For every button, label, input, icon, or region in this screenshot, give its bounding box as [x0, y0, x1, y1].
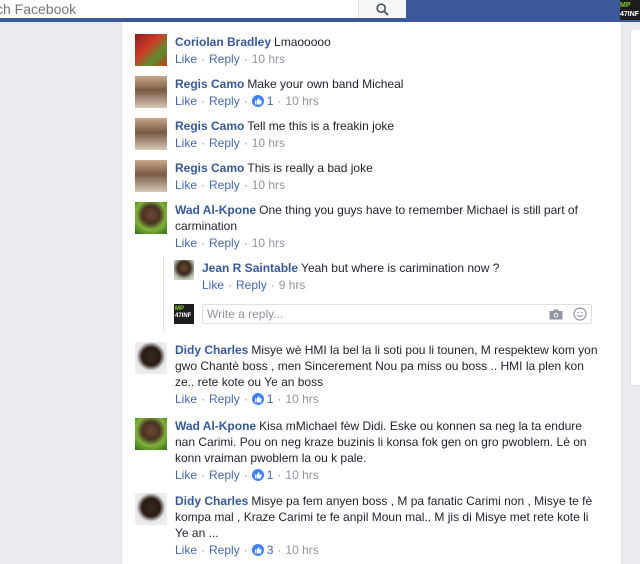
comment-author[interactable]: Regis Camo: [175, 161, 244, 175]
reply-link[interactable]: Reply: [209, 235, 240, 251]
comment-text: Tell me this is a freakin joke: [247, 119, 395, 133]
comment-text: This is really a bad joke: [247, 161, 373, 175]
comment-timestamp[interactable]: 10 hrs: [285, 542, 318, 558]
camera-icon[interactable]: [549, 309, 563, 320]
avatar[interactable]: [174, 260, 194, 280]
reaction-count[interactable]: 1: [251, 467, 273, 483]
reaction-count[interactable]: 1: [251, 93, 273, 109]
like-link[interactable]: Like: [175, 177, 197, 193]
search-icon: [376, 2, 389, 16]
reply-composer: MP 47INF Write a reply...: [174, 304, 592, 324]
comment-timestamp[interactable]: 10 hrs: [285, 467, 318, 483]
reply-link[interactable]: Reply: [209, 177, 240, 193]
like-link[interactable]: Like: [202, 277, 224, 293]
comment-timestamp[interactable]: 10 hrs: [285, 391, 318, 407]
profile-badge[interactable]: MP 47INF: [620, 0, 640, 20]
thumbs-up-icon: [251, 393, 264, 405]
avatar[interactable]: [135, 418, 167, 450]
thumbs-up-icon: [251, 544, 264, 556]
search-bar: [0, 0, 406, 18]
emoji-icon[interactable]: [573, 307, 587, 321]
comment: Regis Camo This is really a bad joke Like…: [135, 160, 605, 193]
comment-timestamp[interactable]: 10 hrs: [252, 135, 285, 151]
comment-author[interactable]: Wad Al-Kpone: [175, 419, 256, 433]
avatar[interactable]: [135, 493, 167, 525]
avatar[interactable]: [135, 202, 167, 234]
comment-author[interactable]: Didy Charles: [175, 494, 248, 508]
comment-text: Lmaooooo: [274, 35, 331, 49]
avatar[interactable]: [135, 76, 167, 108]
badge-line-1: MP: [620, 2, 631, 9]
comment-timestamp[interactable]: 10 hrs: [285, 93, 318, 109]
like-link[interactable]: Like: [175, 467, 197, 483]
reply-link[interactable]: Reply: [209, 391, 240, 407]
comment: Didy Charles Misye pa fem anyen boss , M …: [135, 493, 605, 558]
comment-author[interactable]: Wad Al-Kpone: [175, 203, 256, 217]
reply-link[interactable]: Reply: [209, 542, 240, 558]
comment-timestamp[interactable]: 10 hrs: [252, 51, 285, 67]
comment: Coriolan Bradley Lmaooooo Like · Reply · 10…: [135, 34, 605, 67]
reply-link[interactable]: Reply: [209, 51, 240, 67]
avatar[interactable]: [135, 160, 167, 192]
right-rail: [630, 30, 640, 386]
reply-link[interactable]: Reply: [209, 93, 240, 109]
comment: Regis Camo Make your own band Micheal Lik…: [135, 76, 605, 109]
comment-author[interactable]: Jean R Saintable: [202, 261, 298, 275]
comment-author[interactable]: Regis Camo: [175, 77, 244, 91]
reply-link[interactable]: Reply: [236, 277, 267, 293]
reply-thread-line: [163, 257, 164, 331]
comment-timestamp[interactable]: 10 hrs: [252, 235, 285, 251]
avatar[interactable]: [135, 342, 167, 374]
avatar[interactable]: [135, 118, 167, 150]
like-link[interactable]: Like: [175, 93, 197, 109]
reply-link[interactable]: Reply: [209, 135, 240, 151]
comments-panel: Coriolan Bradley Lmaooooo Like · Reply · 10…: [121, 22, 622, 564]
comment: Wad Al-Kpone Kisa mMichael fèw Didi. Eske…: [135, 418, 605, 483]
like-link[interactable]: Like: [175, 391, 197, 407]
badge-line-2: 47INF: [620, 11, 640, 18]
search-button[interactable]: [358, 0, 406, 18]
avatar[interactable]: [135, 34, 167, 66]
comment-text: Make your own band Micheal: [247, 77, 404, 91]
comment-author[interactable]: Regis Camo: [175, 119, 244, 133]
comment: Didy Charles Misye wè HMI la bel la li so…: [135, 342, 605, 407]
like-link[interactable]: Like: [175, 51, 197, 67]
reaction-count[interactable]: 1: [251, 391, 273, 407]
reaction-count[interactable]: 3: [251, 542, 273, 558]
comment-timestamp[interactable]: 9 hrs: [279, 277, 306, 293]
like-link[interactable]: Like: [175, 235, 197, 251]
my-avatar: MP 47INF: [174, 304, 194, 324]
reply-input[interactable]: Write a reply...: [202, 304, 592, 324]
top-navigation-bar: MP 47INF: [0, 0, 640, 22]
reply-comment: Jean R Saintable Yeah but where is carimi…: [174, 260, 604, 293]
comment-author[interactable]: Coriolan Bradley: [175, 35, 271, 49]
like-link[interactable]: Like: [175, 542, 197, 558]
comment: Wad Al-Kpone One thing you guys have to r…: [135, 202, 605, 251]
comment: Regis Camo Tell me this is a freakin joke…: [135, 118, 605, 151]
comment-timestamp[interactable]: 10 hrs: [252, 177, 285, 193]
thumbs-up-icon: [251, 95, 264, 107]
like-link[interactable]: Like: [175, 135, 197, 151]
comment-text: Yeah but where is carimination now ?: [301, 261, 500, 275]
thumbs-up-icon: [251, 469, 264, 481]
search-input[interactable]: [0, 0, 358, 18]
reply-link[interactable]: Reply: [209, 467, 240, 483]
comment-author[interactable]: Didy Charles: [175, 343, 248, 357]
